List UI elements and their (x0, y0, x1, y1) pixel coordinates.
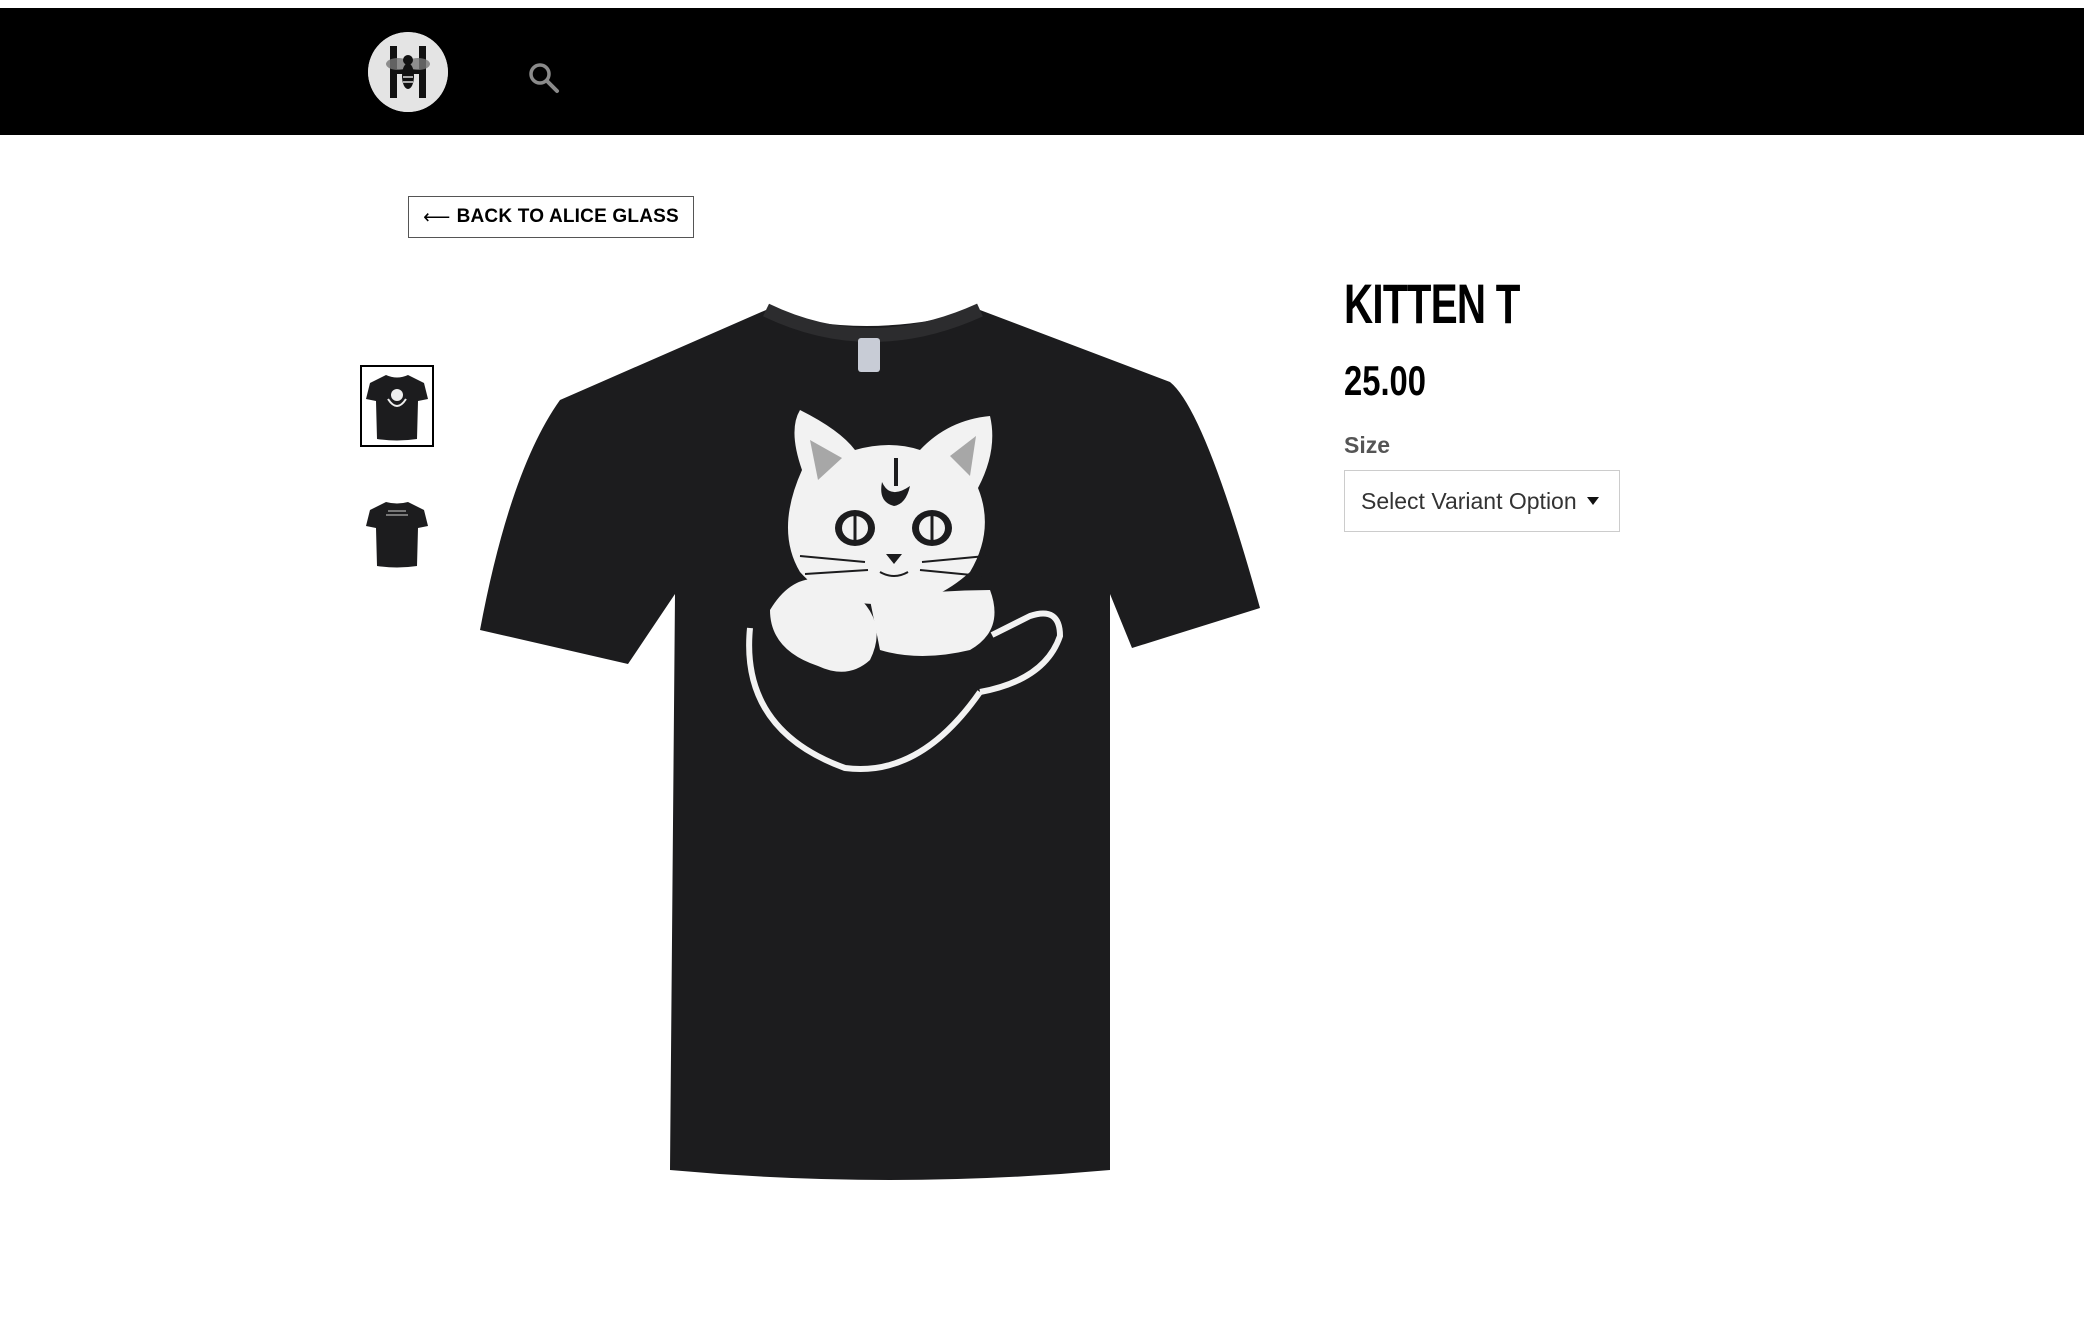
product-title: KITTEN T (1344, 272, 1520, 335)
site-header (0, 8, 2084, 135)
thumbnail-front[interactable] (360, 365, 434, 447)
size-select-value: Select Variant Option (1361, 487, 1577, 514)
search-icon[interactable] (528, 62, 560, 94)
kitten-tshirt-image (480, 303, 1260, 1180)
chevron-down-icon (1587, 497, 1599, 505)
back-button-label: BACK TO ALICE GLASS (456, 206, 679, 227)
site-logo[interactable] (368, 32, 448, 112)
product-main-image (470, 290, 1270, 1210)
size-label: Size (1344, 432, 1391, 458)
thumbnail-back[interactable] (360, 492, 434, 574)
tshirt-back-thumbnail-icon (366, 502, 428, 568)
tshirt-front-thumbnail-icon (366, 375, 428, 441)
bee-logo-icon (368, 32, 448, 112)
top-edge (0, 0, 2084, 8)
back-arrow-icon: ⟵ (423, 206, 451, 228)
product-price: 25.00 (1344, 357, 1426, 404)
size-select[interactable]: Select Variant Option (1344, 470, 1620, 532)
back-to-collection-button[interactable]: ⟵ BACK TO ALICE GLASS (408, 196, 694, 238)
